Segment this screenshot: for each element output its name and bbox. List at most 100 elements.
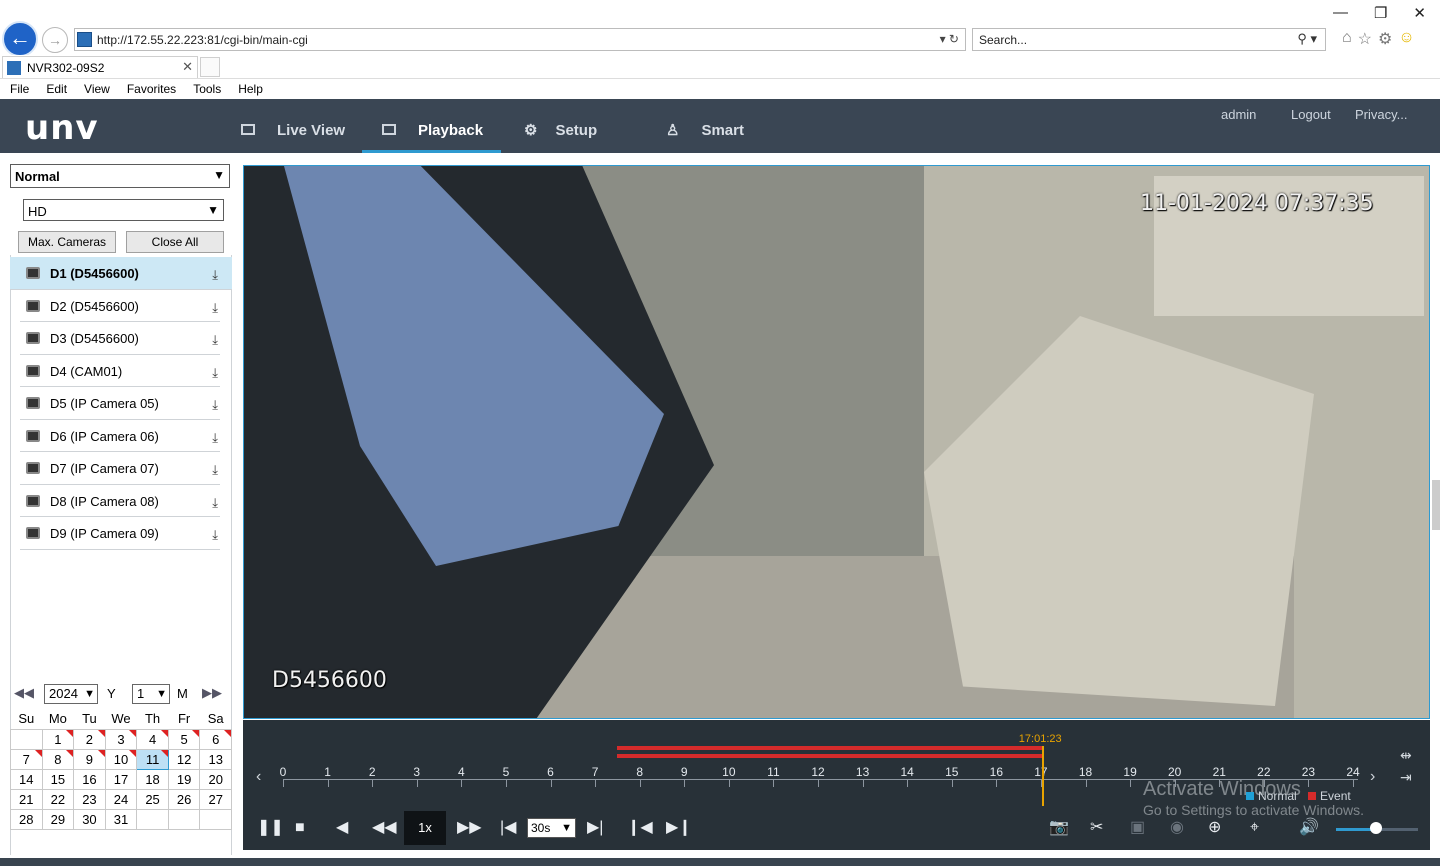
download-icon[interactable]: ⤓	[212, 430, 218, 446]
page-scrollbar[interactable]	[1432, 480, 1440, 530]
calendar-day[interactable]: 22	[41, 788, 75, 810]
camera-item-d8[interactable]: D8 (IP Camera 08) ⤓	[20, 485, 220, 517]
year-select[interactable]: 2024 ▼	[44, 684, 98, 704]
digital-zoom-icon[interactable]: ⊕	[1208, 818, 1221, 838]
calendar-day[interactable]: 21	[10, 788, 43, 810]
calendar-day[interactable]: 14	[10, 768, 43, 790]
nav-live-view[interactable]: Live View	[241, 99, 345, 153]
download-icon[interactable]: ⤓	[212, 495, 218, 511]
menu-view[interactable]: View	[84, 79, 110, 99]
roi-icon[interactable]: ⌖	[1250, 818, 1259, 838]
timeline-prev-icon[interactable]: ‹	[256, 768, 261, 786]
download-icon[interactable]: ⤓	[212, 267, 218, 283]
clip-icon[interactable]: ✂	[1090, 818, 1103, 838]
close-icon[interactable]: ✕	[1413, 4, 1426, 22]
calendar-day[interactable]: 12	[167, 748, 201, 770]
address-bar[interactable]: http://172.55.22.223:81/cgi-bin/main-cgi…	[74, 28, 966, 51]
calendar-day[interactable]: 4	[136, 728, 169, 750]
fast-forward-icon[interactable]: ▶▶	[457, 818, 482, 838]
calendar-day[interactable]: 31	[104, 808, 138, 830]
pause-icon[interactable]: ❚❚	[257, 818, 284, 838]
frame-back-icon[interactable]: ❙◀	[627, 818, 653, 838]
zoom-in-icon[interactable]: ⇥	[1400, 766, 1412, 788]
calendar-day[interactable]: 18	[136, 768, 169, 790]
camera-item-d7[interactable]: D7 (IP Camera 07) ⤓	[20, 452, 220, 485]
menu-tools[interactable]: Tools	[193, 79, 221, 99]
privacy-link[interactable]: Privacy...	[1355, 107, 1408, 122]
download-icon[interactable]: ⤓	[212, 300, 218, 316]
calendar-day[interactable]: 29	[41, 808, 75, 830]
next-month-icon[interactable]: ▶▶	[202, 685, 222, 701]
download-icon[interactable]: ⤓	[212, 527, 218, 543]
timeline-cursor[interactable]	[1041, 746, 1044, 806]
camera-item-d3[interactable]: D3 (D5456600) ⤓	[20, 322, 220, 355]
calendar-day[interactable]: 28	[10, 808, 43, 830]
gear-icon[interactable]: ⚙	[1378, 29, 1392, 49]
camera-item-d2[interactable]: D2 (D5456600) ⤓	[20, 290, 220, 322]
calendar-day[interactable]: 20	[199, 768, 232, 790]
timeline-next-icon[interactable]: ›	[1370, 768, 1375, 786]
calendar-day[interactable]: 8	[41, 748, 75, 770]
menu-favorites[interactable]: Favorites	[127, 79, 176, 99]
camera-item-d1[interactable]: D1 (D5456600) ⤓	[10, 257, 232, 290]
calendar-day[interactable]: 15	[41, 768, 75, 790]
menu-help[interactable]: Help	[238, 79, 263, 99]
search-input[interactable]: Search... ⚲ ▾	[972, 28, 1326, 51]
close-all-button[interactable]: Close All	[126, 231, 224, 253]
month-select[interactable]: 1 ▼	[132, 684, 170, 704]
calendar-day[interactable]: 17	[104, 768, 138, 790]
calendar-day[interactable]: 26	[167, 788, 201, 810]
nav-smart[interactable]: ♙ Smart	[666, 99, 744, 153]
calendar-day[interactable]: 9	[73, 748, 106, 770]
calendar-day[interactable]: 25	[136, 788, 169, 810]
download-icon[interactable]: ⤓	[212, 365, 218, 381]
favorites-star-icon[interactable]: ☆	[1358, 29, 1372, 49]
calendar-day[interactable]: 24	[104, 788, 138, 810]
calendar-day[interactable]: 6	[199, 728, 232, 750]
video-viewport[interactable]	[243, 165, 1430, 719]
minimize-icon[interactable]: —	[1333, 4, 1348, 22]
calendar-day[interactable]: 7	[10, 748, 43, 770]
new-tab-button[interactable]	[200, 57, 220, 77]
browser-tab[interactable]: NVR302-09S2 ✕	[2, 56, 198, 78]
camera-item-d9[interactable]: D9 (IP Camera 09) ⤓	[20, 517, 220, 550]
calendar-day[interactable]: 11	[136, 748, 169, 770]
calendar-day[interactable]: 16	[73, 768, 106, 790]
calendar-day[interactable]: 10	[104, 748, 138, 770]
nav-setup[interactable]: ⚙ Setup	[524, 99, 597, 153]
mode-select[interactable]: Normal ▼	[10, 164, 230, 188]
frame-forward-icon[interactable]: ▶❙	[666, 818, 692, 838]
calendar-day[interactable]: 2	[73, 728, 106, 750]
skip-back-icon[interactable]: |◀	[500, 818, 516, 838]
logout-link[interactable]: Logout	[1291, 107, 1331, 122]
calendar-day[interactable]: 13	[199, 748, 232, 770]
calendar-day[interactable]: 3	[104, 728, 138, 750]
download-icon[interactable]: ⤓	[212, 462, 218, 478]
calendar-day[interactable]: 5	[167, 728, 201, 750]
calendar-day[interactable]: 23	[73, 788, 106, 810]
search-icon[interactable]: ⚲ ▾	[1297, 31, 1317, 47]
home-icon[interactable]: ⌂	[1342, 29, 1352, 49]
prev-year-icon[interactable]: ◀◀	[14, 685, 34, 701]
volume-icon[interactable]: 🔊	[1299, 818, 1319, 838]
menu-edit[interactable]: Edit	[46, 79, 67, 99]
restore-icon[interactable]: ❐	[1374, 4, 1387, 22]
camera-item-d6[interactable]: D6 (IP Camera 06) ⤓	[20, 420, 220, 452]
reverse-play-icon[interactable]: ◀	[336, 818, 348, 838]
nav-playback[interactable]: Playback	[362, 99, 502, 153]
back-icon[interactable]: ←	[2, 21, 38, 57]
refresh-icon[interactable]: ▾ ↻	[940, 32, 959, 46]
calendar-day[interactable]: 30	[73, 808, 106, 830]
snapshot-icon[interactable]: 📷	[1049, 818, 1069, 838]
calendar-day[interactable]: 1	[41, 728, 75, 750]
volume-slider-handle[interactable]	[1370, 822, 1382, 834]
camera-item-d5[interactable]: D5 (IP Camera 05) ⤓	[20, 387, 220, 420]
zoom-out-icon[interactable]: ⇹	[1400, 744, 1412, 766]
forward-icon[interactable]: →	[42, 27, 68, 53]
rewind-icon[interactable]: ◀◀	[372, 818, 397, 838]
stop-icon[interactable]: ■	[295, 818, 305, 838]
download-icon[interactable]: ⤓	[212, 332, 218, 348]
download-icon[interactable]: ⤓	[212, 397, 218, 413]
calendar-day[interactable]: 27	[199, 788, 232, 810]
smiley-icon[interactable]: ☺	[1398, 29, 1414, 49]
